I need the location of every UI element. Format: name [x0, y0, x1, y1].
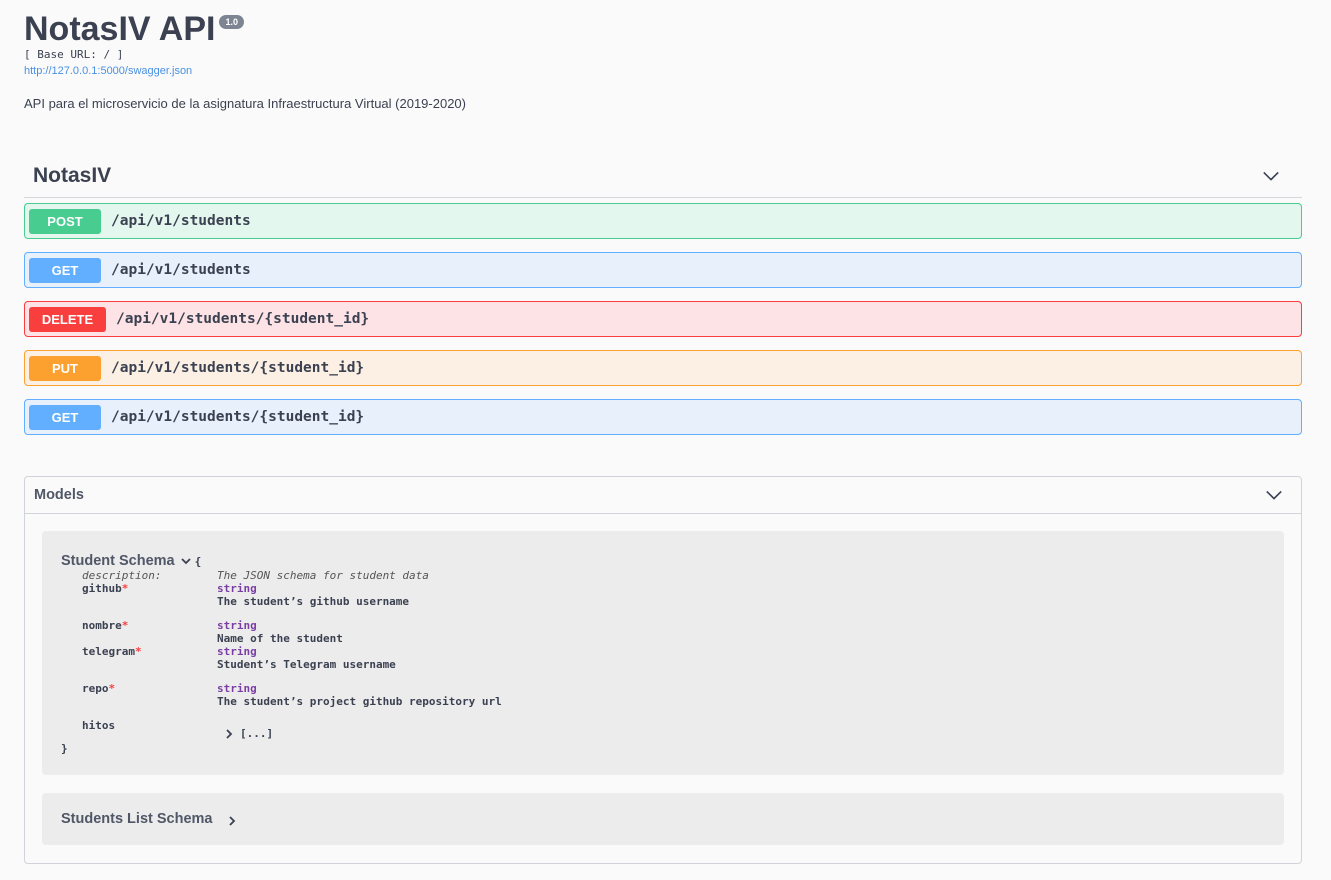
property-value-nombre: string Name of the student [217, 619, 343, 645]
models-header[interactable]: Models [25, 477, 1301, 514]
swagger-json-link[interactable]: http://127.0.0.1:5000/swagger.json [24, 64, 466, 78]
student-schema-toggle[interactable]: Student Schema { [61, 553, 201, 569]
operation-path: /api/v1/students/{student_id} [111, 360, 365, 376]
chevron-down-icon[interactable] [180, 555, 192, 567]
description-key: description: [82, 569, 162, 582]
open-brace: { [194, 554, 202, 568]
students-list-schema-toggle[interactable]: Students List Schema [61, 811, 238, 827]
operation-path: /api/v1/students/{student_id} [111, 409, 365, 425]
hitos-array-toggle[interactable]: [...] [224, 727, 273, 740]
property-value-repo: string The student’s project github repo… [217, 682, 502, 708]
method-badge: POST [29, 208, 101, 234]
method-badge: PUT [29, 355, 101, 381]
property-key-repo: repo* [82, 682, 116, 695]
chevron-right-icon[interactable] [226, 815, 238, 827]
model-name: Student Schema [61, 553, 175, 569]
operation-path: /api/v1/students [111, 213, 251, 229]
property-value-telegram: string Student’s Telegram username [217, 645, 396, 671]
property-value-github: string The student’s github username [217, 582, 410, 608]
model-name: Students List Schema [61, 811, 213, 827]
version-badge: 1.0 [219, 15, 244, 29]
operation-path: /api/v1/students/{student_id} [116, 311, 370, 327]
operation-put-student[interactable]: PUT /api/v1/students/{student_id} [24, 350, 1302, 386]
method-badge: DELETE [29, 306, 106, 332]
operation-get-students[interactable]: GET /api/v1/students [24, 252, 1302, 288]
chevron-right-icon[interactable] [224, 728, 234, 739]
tag-header[interactable]: NotasIV [24, 154, 1302, 198]
model-student-schema: Student Schema { description: The JSON s… [42, 531, 1284, 775]
property-key-hitos: hitos [82, 719, 116, 732]
operation-post-students[interactable]: POST /api/v1/students [24, 203, 1302, 239]
chevron-down-icon[interactable] [1262, 167, 1280, 185]
description-value: The JSON schema for student data [217, 569, 429, 582]
tag-section-notasiv: NotasIV POST /api/v1/students GET /api/v… [24, 154, 1302, 435]
models-section: Models Student Schema { description: The… [24, 476, 1302, 864]
operation-delete-student[interactable]: DELETE /api/v1/students/{student_id} [24, 301, 1302, 337]
chevron-down-icon[interactable] [1265, 486, 1283, 504]
api-description: API para el microservicio de la asignatu… [24, 96, 466, 111]
method-badge: GET [29, 404, 101, 430]
tag-name: NotasIV [33, 163, 112, 187]
api-info: NotasIV API 1.0 [ Base URL: / ] http://1… [24, 10, 466, 112]
models-title: Models [34, 487, 84, 503]
collapsed-array: [...] [240, 727, 274, 740]
operation-get-student[interactable]: GET /api/v1/students/{student_id} [24, 399, 1302, 435]
property-key-telegram: telegram* [82, 645, 142, 658]
base-url: [ Base URL: / ] [24, 48, 124, 61]
property-key-nombre: nombre* [82, 619, 129, 632]
operation-path: /api/v1/students [111, 262, 251, 278]
api-title: NotasIV API [24, 10, 216, 48]
method-badge: GET [29, 257, 101, 283]
close-brace: } [61, 742, 68, 755]
model-students-list-schema[interactable]: Students List Schema [42, 793, 1284, 845]
property-key-github: github* [82, 582, 129, 595]
